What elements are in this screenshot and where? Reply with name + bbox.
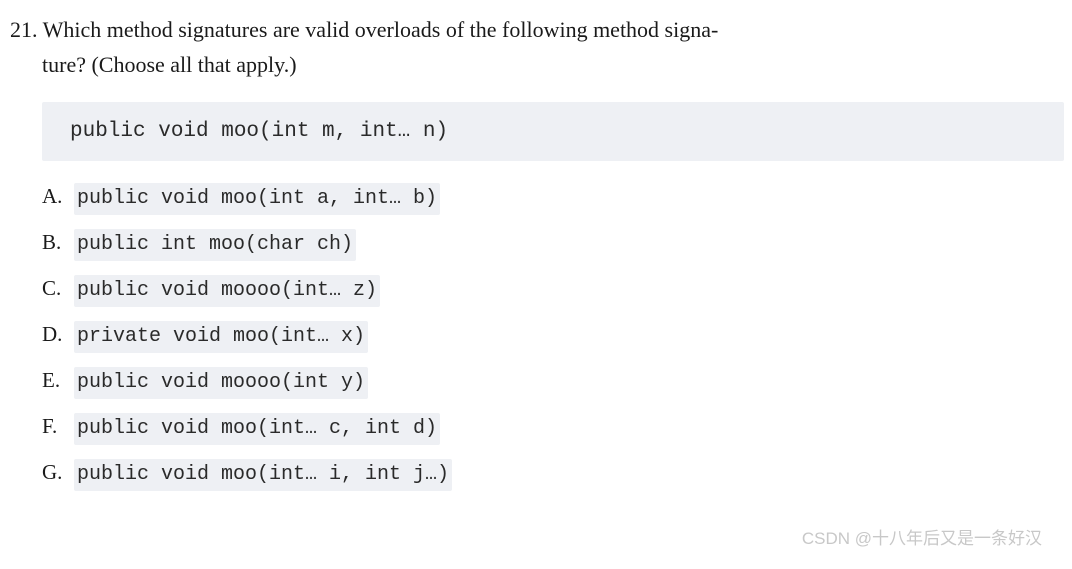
question-number: 21.: [10, 17, 38, 42]
option-letter: C.: [42, 273, 68, 305]
option-code: public void moo(int… c, int d): [74, 413, 440, 445]
option-d: D. private void moo(int… x): [42, 319, 1072, 353]
option-c: C. public void moooo(int… z): [42, 273, 1072, 307]
question-text-line2: ture? (Choose all that apply.): [0, 47, 1072, 82]
option-f: F. public void moo(int… c, int d): [42, 411, 1072, 445]
watermark: CSDN @十八年后又是一条好汉: [802, 524, 1042, 549]
question-text-content-1: Which method signatures are valid overlo…: [43, 17, 719, 42]
question-text-line1: 21. Which method signatures are valid ov…: [0, 12, 1072, 47]
option-letter: B.: [42, 227, 68, 259]
option-g: G. public void moo(int… i, int j…): [42, 457, 1072, 491]
option-letter: G.: [42, 457, 68, 489]
option-letter: D.: [42, 319, 68, 351]
option-e: E. public void moooo(int y): [42, 365, 1072, 399]
option-letter: F.: [42, 411, 68, 443]
question-code: public void moo(int m, int… n): [70, 120, 448, 143]
code-block: public void moo(int m, int… n): [42, 102, 1064, 161]
question-container: 21. Which method signatures are valid ov…: [0, 0, 1072, 491]
option-code: public void moooo(int y): [74, 367, 368, 399]
option-letter: A.: [42, 181, 68, 213]
option-code: public void moooo(int… z): [74, 275, 380, 307]
options-list: A. public void moo(int a, int… b) B. pub…: [0, 181, 1072, 491]
option-code: public void moo(int a, int… b): [74, 183, 440, 215]
option-code: private void moo(int… x): [74, 321, 368, 353]
option-b: B. public int moo(char ch): [42, 227, 1072, 261]
option-letter: E.: [42, 365, 68, 397]
option-a: A. public void moo(int a, int… b): [42, 181, 1072, 215]
option-code: public void moo(int… i, int j…): [74, 459, 452, 491]
option-code: public int moo(char ch): [74, 229, 356, 261]
question-text-content-2: ture? (Choose all that apply.): [42, 52, 297, 77]
